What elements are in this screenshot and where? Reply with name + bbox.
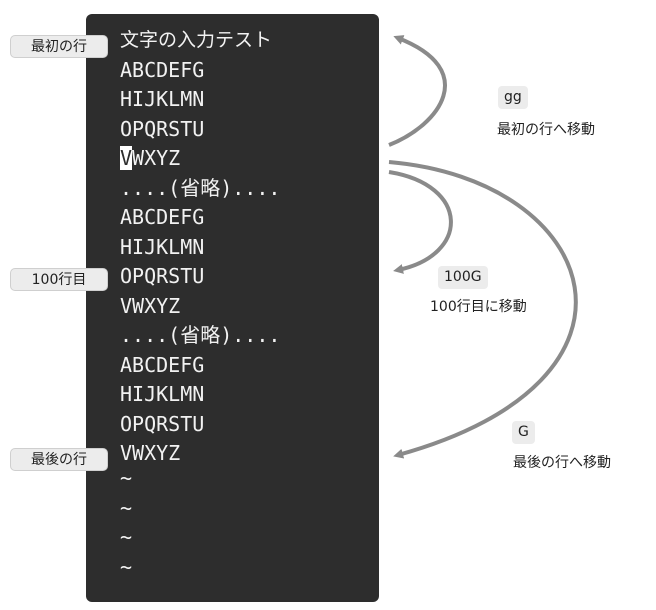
command-G-description: 最後の行へ移動: [513, 455, 611, 471]
command-100G-badge: 100G: [438, 266, 488, 289]
command-100G-description: 100行目に移動: [430, 299, 527, 315]
vim-navigation-diagram: 文字の入力テスト ABCDEFG HIJKLMN OPQRSTU VWXYZ .…: [0, 0, 656, 610]
command-G-badge: G: [512, 421, 535, 444]
motion-arrows: [388, 35, 578, 459]
command-gg-description: 最初の行へ移動: [497, 122, 595, 138]
arrow-100G: [388, 170, 453, 274]
command-gg-badge: gg: [498, 86, 528, 109]
arrow-gg: [388, 35, 447, 147]
